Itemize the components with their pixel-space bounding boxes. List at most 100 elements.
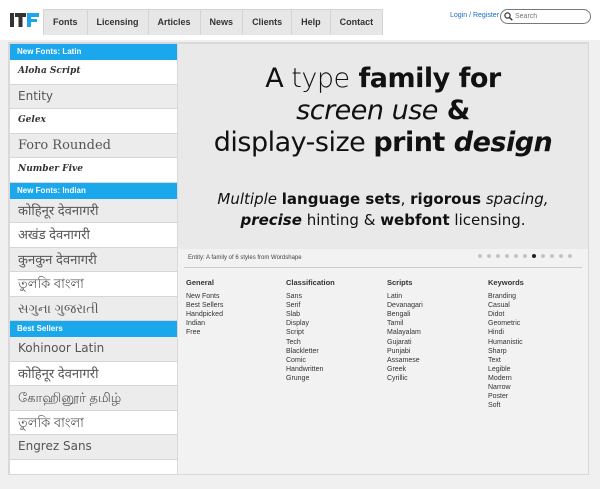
category-scripts: Scripts Latin Devanagari Bengali Tamil M… bbox=[387, 278, 423, 383]
category-link[interactable]: Narrow bbox=[488, 383, 524, 392]
category-link[interactable]: Latin bbox=[387, 292, 423, 301]
hero-headline-line-3: display-size print design bbox=[178, 128, 588, 158]
category-link[interactable]: Tech bbox=[286, 338, 335, 347]
carousel-dot[interactable] bbox=[496, 254, 500, 258]
sidebar-item-tulika-bangla[interactable]: তুলকি বাংলা bbox=[10, 272, 177, 297]
search-icon bbox=[504, 12, 513, 21]
hero-text: design bbox=[444, 127, 553, 158]
sidebar-item-kunkun-devanagari[interactable]: कुनकुन देवनागरी bbox=[10, 247, 177, 272]
category-link[interactable]: Serif bbox=[286, 301, 335, 310]
category-link[interactable]: Humanistic bbox=[488, 338, 524, 347]
category-link[interactable]: Soft bbox=[488, 401, 524, 410]
divider bbox=[184, 267, 582, 268]
sidebar-item-kohinoor-devanagari-best[interactable]: कोहिनूर देवनागरी bbox=[10, 361, 177, 386]
category-link[interactable]: Poster bbox=[488, 392, 524, 401]
search-input[interactable] bbox=[515, 11, 585, 21]
hero-headline-line-2: screen use & bbox=[178, 96, 588, 126]
nav-licensing[interactable]: Licensing bbox=[88, 10, 149, 35]
nav-news[interactable]: News bbox=[201, 10, 244, 35]
hero-text: webfont bbox=[380, 211, 450, 229]
category-link[interactable]: Tamil bbox=[387, 319, 423, 328]
sidebar-item-foro-rounded[interactable]: Foro Rounded bbox=[10, 133, 177, 158]
carousel-dot[interactable] bbox=[541, 254, 545, 258]
category-link[interactable]: New Fonts bbox=[186, 292, 223, 301]
hero-text: family for bbox=[349, 63, 502, 94]
category-link[interactable]: Bengali bbox=[387, 310, 423, 319]
category-link[interactable]: Branding bbox=[488, 292, 524, 301]
nav-articles[interactable]: Articles bbox=[149, 10, 201, 35]
category-link[interactable]: Malayalam bbox=[387, 328, 423, 337]
sidebar-item-kohinoor-tamil[interactable]: கோஹினூர் தமிழ் bbox=[10, 386, 177, 411]
carousel-dot[interactable] bbox=[523, 254, 527, 258]
category-link[interactable]: Indian bbox=[186, 319, 223, 328]
category-link[interactable]: Grunge bbox=[286, 374, 335, 383]
sidebar-item-tulika-bangla-best[interactable]: তুলকি বাংলা bbox=[10, 410, 177, 435]
category-link[interactable]: Display bbox=[286, 319, 335, 328]
category-link[interactable]: Hindi bbox=[488, 328, 524, 337]
hero-text: A bbox=[265, 63, 292, 94]
nav-help[interactable]: Help bbox=[292, 10, 331, 35]
category-general: General New Fonts Best Sellers Handpicke… bbox=[186, 278, 223, 338]
category-link[interactable]: Comic bbox=[286, 356, 335, 365]
sidebar-item-kohinoor-devanagari[interactable]: कोहिनूर देवनागरी bbox=[10, 198, 177, 223]
category-link[interactable]: Handwritten bbox=[286, 365, 335, 374]
category-link[interactable]: Script bbox=[286, 328, 335, 337]
carousel-dot[interactable] bbox=[559, 254, 563, 258]
carousel-dot[interactable] bbox=[487, 254, 491, 258]
sidebar-item-akhand-devanagari[interactable]: अखंड देवनागरी bbox=[10, 223, 177, 248]
carousel-dot[interactable] bbox=[514, 254, 518, 258]
carousel-dot[interactable] bbox=[505, 254, 509, 258]
category-link[interactable]: Cyrillic bbox=[387, 374, 423, 383]
hero-text: Multiple bbox=[217, 190, 282, 208]
sidebar-item-kohinoor-latin[interactable]: Kohinoor Latin bbox=[10, 337, 177, 362]
category-link[interactable]: Devanagari bbox=[387, 301, 423, 310]
category-link[interactable]: Handpicked bbox=[186, 310, 223, 319]
category-heading: Scripts bbox=[387, 278, 413, 287]
category-link[interactable]: Best Sellers bbox=[186, 301, 223, 310]
category-link[interactable]: Didot bbox=[488, 310, 524, 319]
category-link[interactable]: Slab bbox=[286, 310, 335, 319]
sidebar-item-saguna-gujarati[interactable]: સગુના ગુજરાતી bbox=[10, 296, 177, 321]
category-heading: Keywords bbox=[488, 278, 524, 287]
category-link[interactable]: Sans bbox=[286, 292, 335, 301]
sidebar-item-number-five[interactable]: Number Five bbox=[10, 158, 177, 183]
hero-subline-2: precise hinting & webfont licensing. bbox=[178, 210, 588, 230]
sidebar-item-gelex[interactable]: Gelex bbox=[10, 109, 177, 134]
category-link[interactable]: Geometric bbox=[488, 319, 524, 328]
category-link[interactable]: Text bbox=[488, 356, 524, 365]
category-link[interactable]: Free bbox=[186, 328, 223, 337]
category-link[interactable]: Blackletter bbox=[286, 347, 335, 356]
carousel-dot[interactable] bbox=[550, 254, 554, 258]
sidebar-item-entity[interactable]: Entity bbox=[10, 84, 177, 109]
sidebar-item-aloha-script[interactable]: Aloha Script bbox=[10, 60, 177, 85]
hero-text: , bbox=[400, 190, 411, 208]
category-link[interactable]: Assamese bbox=[387, 356, 423, 365]
login-register-link[interactable]: Login / Register bbox=[450, 12, 499, 19]
hero-text: hinting & bbox=[301, 211, 381, 229]
carousel-dot[interactable] bbox=[478, 254, 482, 258]
carousel-dot[interactable] bbox=[568, 254, 572, 258]
category-link[interactable]: Punjabi bbox=[387, 347, 423, 356]
category-link[interactable]: Sharp bbox=[488, 347, 524, 356]
category-link[interactable]: Greek bbox=[387, 365, 423, 374]
search-box[interactable] bbox=[500, 9, 591, 24]
itf-logo[interactable] bbox=[10, 13, 40, 27]
carousel-dot[interactable] bbox=[532, 254, 536, 258]
sidebar-heading-indian[interactable]: New Fonts: Indian bbox=[10, 182, 177, 199]
nav-clients[interactable]: Clients bbox=[243, 10, 293, 35]
nav-contact[interactable]: Contact bbox=[331, 10, 383, 35]
hero-text: screen use bbox=[296, 95, 438, 126]
sidebar-heading-best-sellers[interactable]: Best Sellers bbox=[10, 321, 177, 337]
category-heading: Classification bbox=[286, 278, 335, 287]
sidebar-heading-latin[interactable]: New Fonts: Latin bbox=[10, 44, 177, 60]
hero-banner[interactable]: A type family for screen use & display-s… bbox=[178, 44, 588, 249]
category-link[interactable]: Legible bbox=[488, 365, 524, 374]
carousel-dots bbox=[478, 254, 572, 258]
category-link[interactable]: Casual bbox=[488, 301, 524, 310]
sidebar-item-engrez-sans[interactable]: Engrez Sans bbox=[10, 435, 177, 460]
category-link[interactable]: Gujarati bbox=[387, 338, 423, 347]
nav-fonts[interactable]: Fonts bbox=[44, 10, 88, 35]
main-panel: A type family for screen use & display-s… bbox=[178, 44, 588, 474]
category-link[interactable]: Modern bbox=[488, 374, 524, 383]
hero-text: precise bbox=[240, 211, 302, 229]
